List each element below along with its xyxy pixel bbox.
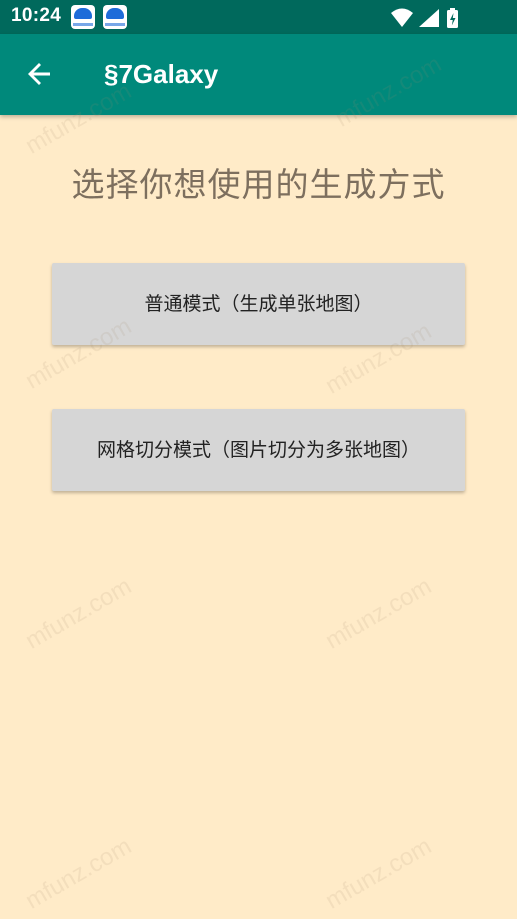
arrow-back-icon: [28, 63, 50, 85]
app-notification-icon: [103, 5, 127, 29]
status-time: 10:24: [11, 5, 62, 26]
status-bar: 10:24: [0, 0, 517, 34]
page-title: 选择你想使用的生成方式: [71, 165, 446, 204]
battery-charging-icon: [447, 8, 458, 28]
watermark: mfunz.com: [20, 832, 137, 915]
grid-split-mode-button[interactable]: 网格切分模式（图片切分为多张地图）: [52, 409, 465, 491]
app-title: §7Galaxy: [104, 59, 219, 89]
wifi-icon: [391, 8, 413, 27]
app-notification-icon: [71, 5, 95, 29]
watermark: mfunz.com: [320, 832, 437, 915]
watermark: mfunz.com: [320, 572, 437, 655]
watermark: mfunz.com: [20, 572, 137, 655]
signal-icon: [419, 9, 439, 27]
back-button[interactable]: [24, 58, 56, 90]
normal-mode-button[interactable]: 普通模式（生成单张地图）: [52, 263, 465, 345]
app-bar: §7Galaxy: [0, 34, 517, 115]
status-indicators: [389, 7, 479, 28]
